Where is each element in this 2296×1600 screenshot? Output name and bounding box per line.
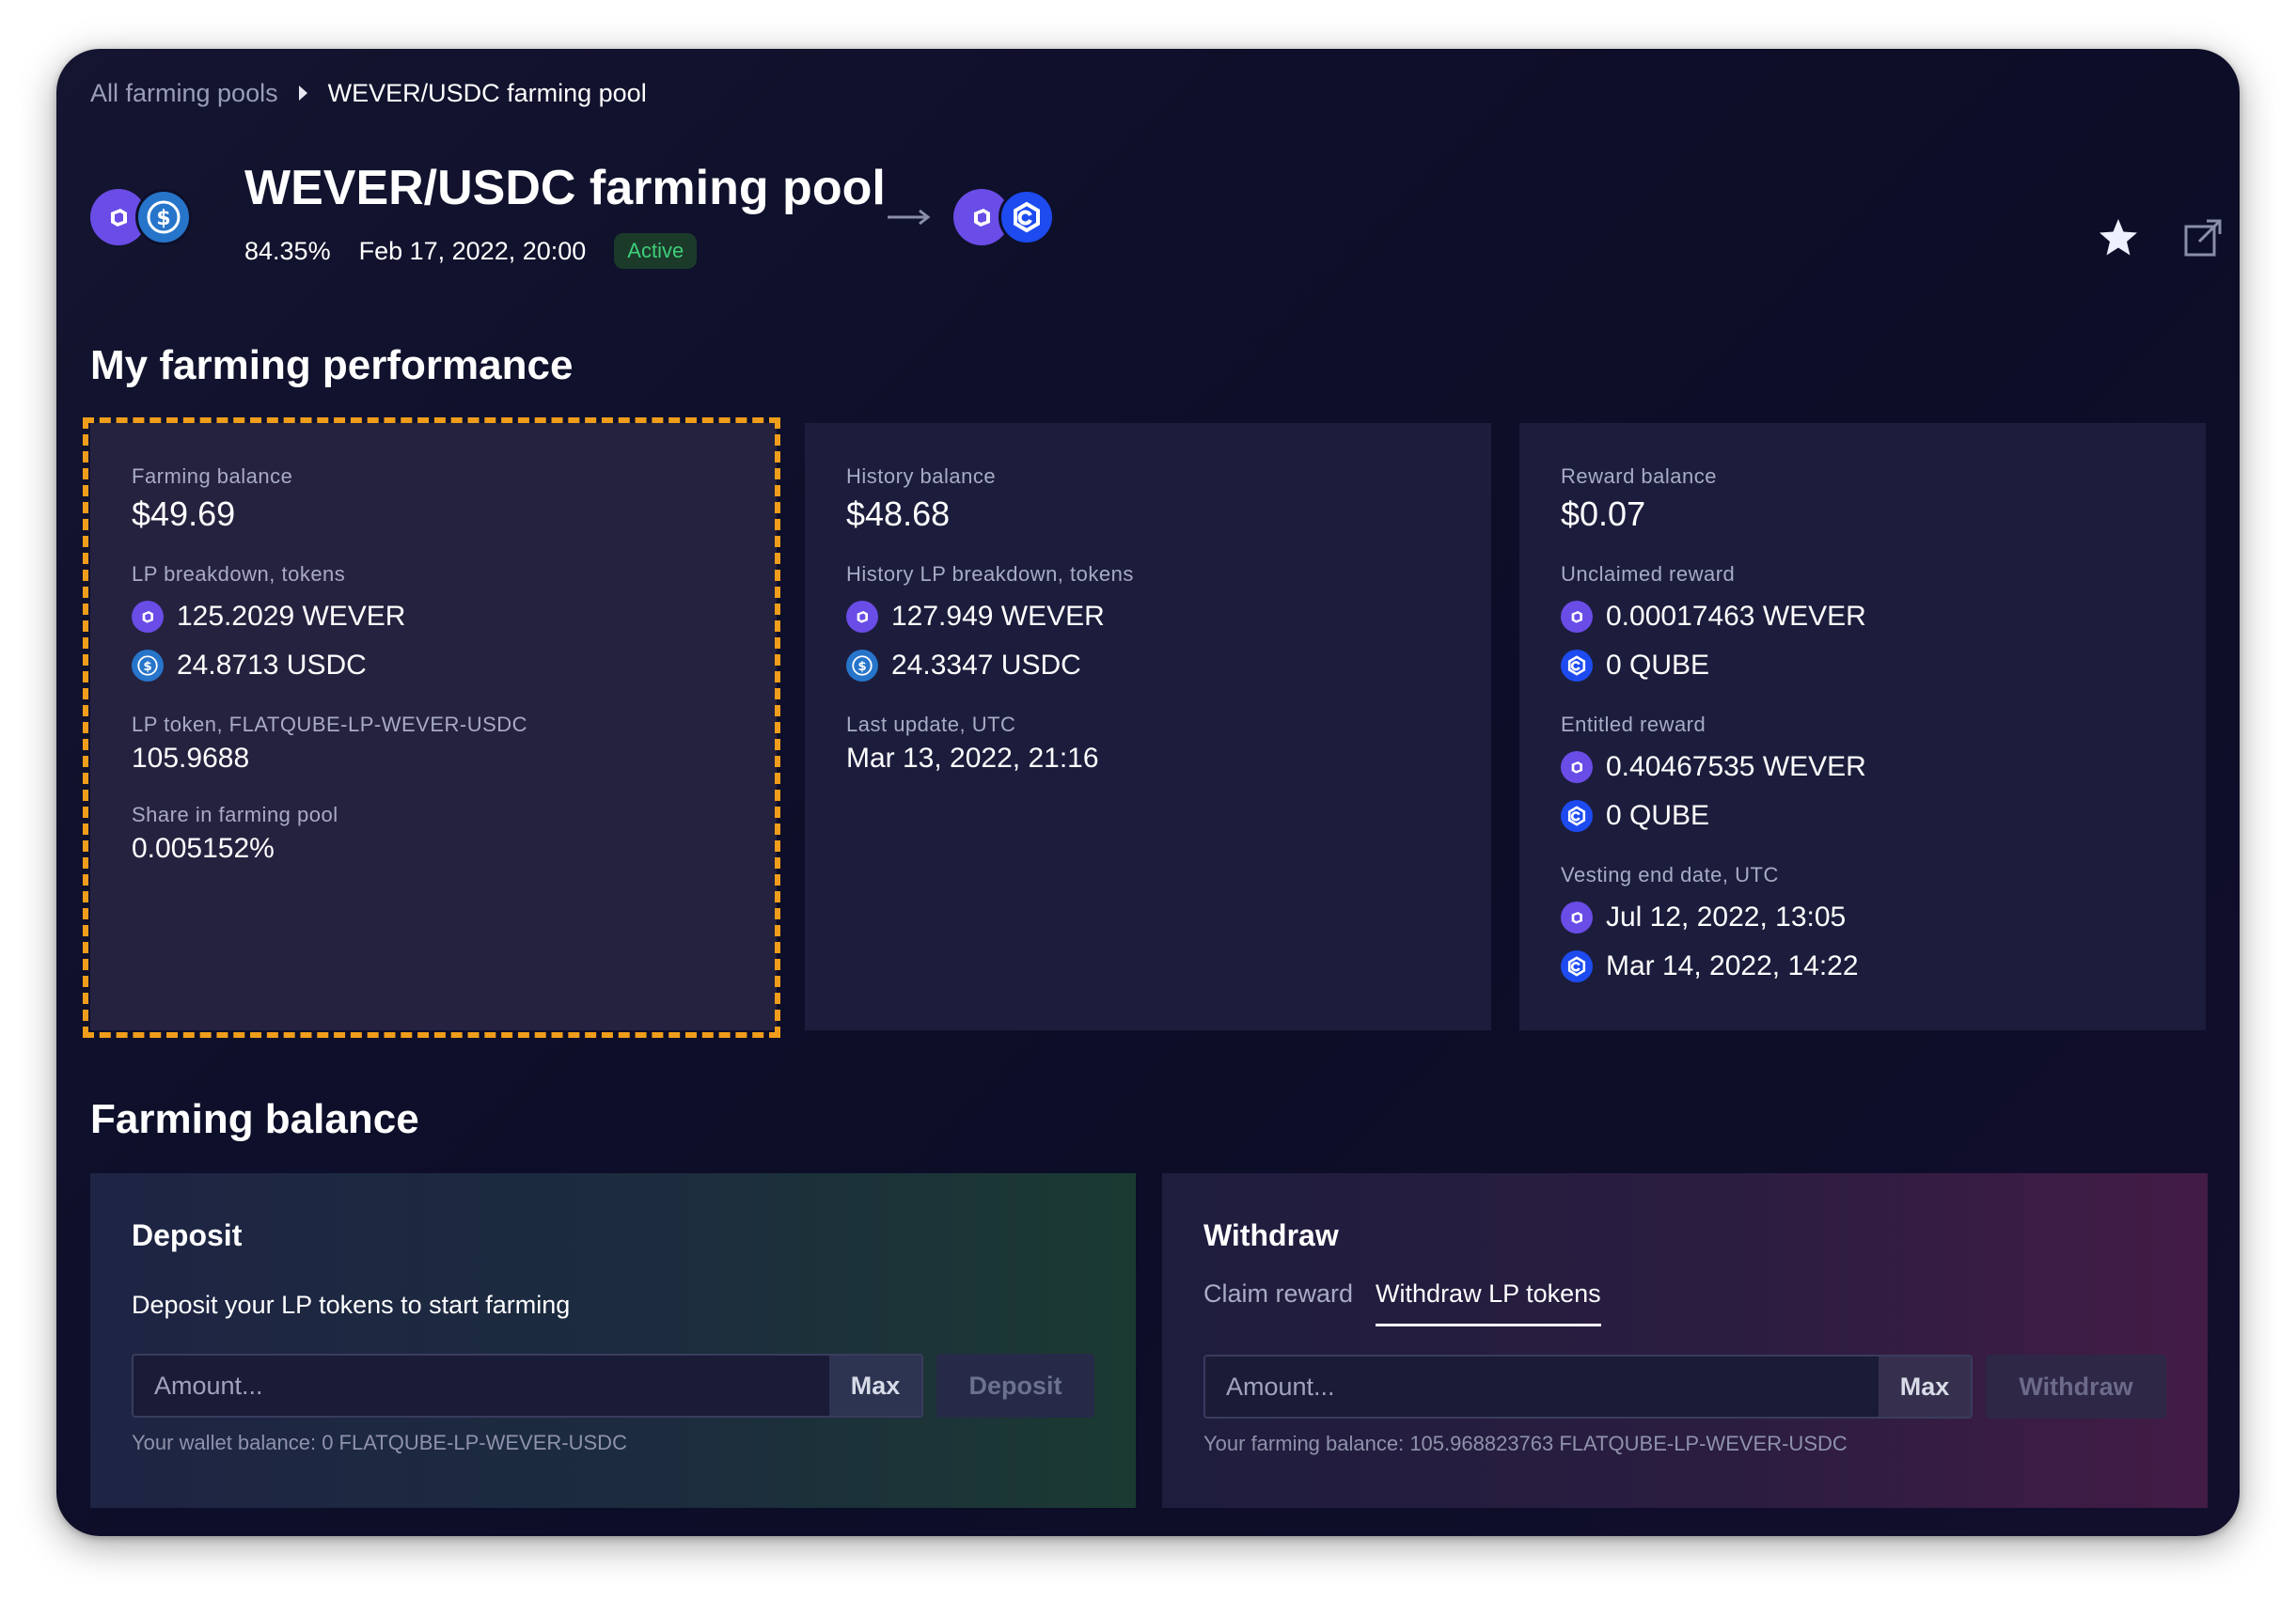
vesting-end-label: Vesting end date, UTC xyxy=(1561,863,1779,886)
history-lp-wever: 127.949 WEVER xyxy=(846,592,1450,641)
withdraw-max-button[interactable]: Max xyxy=(1879,1357,1971,1417)
unclaimed-reward-label: Unclaimed reward xyxy=(1561,562,1736,586)
pool-start-date: Feb 17, 2022, 20:00 xyxy=(358,236,587,265)
lp-usdc-value: 24.8713 USDC xyxy=(177,650,367,681)
deposit-panel: Deposit Deposit your LP tokens to start … xyxy=(90,1173,1136,1508)
qube-token-icon xyxy=(1561,800,1593,832)
entitled-qube: 0 QUBE xyxy=(1561,792,2164,840)
svg-text:$: $ xyxy=(857,660,866,674)
vesting-wever: Jul 12, 2022, 13:05 xyxy=(1561,893,2164,942)
vesting-qube: Mar 14, 2022, 14:22 xyxy=(1561,942,2164,991)
lp-breakdown-wever: 125.2029 WEVER xyxy=(132,592,735,641)
history-lp-wever-value: 127.949 WEVER xyxy=(891,601,1105,632)
reward-balance-card: Reward balance $0.07 Unclaimed reward 0.… xyxy=(1519,423,2206,1030)
history-balance-value: $48.68 xyxy=(846,494,951,533)
pool-meta: 84.35% Feb 17, 2022, 20:00 Active xyxy=(244,233,698,269)
history-lp-label: History LP breakdown, tokens xyxy=(846,562,1134,586)
lp-breakdown-label: LP breakdown, tokens xyxy=(132,562,346,586)
tab-withdraw-lp-tokens[interactable]: Withdraw LP tokens xyxy=(1376,1279,1601,1326)
entitled-wever-value: 0.40467535 WEVER xyxy=(1606,751,1866,782)
withdraw-button[interactable]: Withdraw xyxy=(1986,1355,2166,1419)
last-update-label: Last update, UTC xyxy=(846,713,1016,736)
vesting-wever-value: Jul 12, 2022, 13:05 xyxy=(1606,902,1847,933)
withdraw-form: Max Withdraw xyxy=(1203,1355,2166,1419)
entitled-wever: 0.40467535 WEVER xyxy=(1561,743,2164,792)
deposit-max-button[interactable]: Max xyxy=(829,1356,921,1416)
farming-balance-card: Farming balance $49.69 LP breakdown, tok… xyxy=(90,423,777,1030)
lp-breakdown-usdc: $ 24.8713 USDC xyxy=(132,641,735,690)
deposit-description: Deposit your LP tokens to start farming xyxy=(132,1291,571,1319)
usdc-token-icon: $ xyxy=(132,650,164,682)
deposit-amount-input[interactable] xyxy=(134,1356,829,1416)
history-balance-label: History balance xyxy=(846,464,997,488)
wever-token-icon xyxy=(846,601,878,633)
deposit-input-group: Max xyxy=(132,1354,923,1418)
withdraw-amount-input[interactable] xyxy=(1205,1357,1879,1417)
unclaimed-wever-value: 0.00017463 WEVER xyxy=(1606,601,1866,632)
deposit-form: Max Deposit xyxy=(132,1354,1094,1418)
withdraw-title: Withdraw xyxy=(1203,1218,1339,1252)
unclaimed-wever: 0.00017463 WEVER xyxy=(1561,592,2164,641)
withdraw-panel: Withdraw Claim reward Withdraw LP tokens… xyxy=(1162,1173,2208,1508)
svg-text:$: $ xyxy=(156,207,170,230)
external-link-icon[interactable] xyxy=(2176,211,2230,265)
wallet-balance-hint: Your wallet balance: 0 FLATQUBE-LP-WEVER… xyxy=(132,1431,627,1454)
history-balance-card: History balance $48.68 History LP breakd… xyxy=(805,423,1491,1030)
wever-token-icon xyxy=(1561,601,1593,633)
status-badge: Active xyxy=(614,233,698,269)
pool-header: $ WEVER/USDC farming pool 84.35% Feb 17,… xyxy=(90,49,2222,269)
lp-wever-value: 125.2029 WEVER xyxy=(177,601,406,632)
unclaimed-qube: 0 QUBE xyxy=(1561,641,2164,690)
share-value: 0.005152% xyxy=(132,833,275,864)
withdraw-input-group: Max xyxy=(1203,1355,1973,1419)
usdc-token-icon: $ xyxy=(846,650,878,682)
farming-balance-value: $49.69 xyxy=(132,494,236,533)
share-label: Share in farming pool xyxy=(132,803,338,826)
pair-token-icons: $ xyxy=(90,186,194,248)
performance-section-title: My farming performance xyxy=(90,342,574,388)
favorite-star-icon[interactable] xyxy=(2091,211,2146,265)
qube-token-icon xyxy=(999,189,1055,245)
arrow-right-icon xyxy=(886,203,933,231)
entitled-qube-value: 0 QUBE xyxy=(1606,800,1710,831)
pool-apr: 84.35% xyxy=(244,236,331,265)
reward-token-icons xyxy=(953,186,1057,248)
wever-token-icon xyxy=(1561,902,1593,933)
unclaimed-qube-value: 0 QUBE xyxy=(1606,650,1710,681)
vesting-qube-value: Mar 14, 2022, 14:22 xyxy=(1606,950,1859,981)
last-update-value: Mar 13, 2022, 21:16 xyxy=(846,743,1099,774)
wever-token-icon xyxy=(132,601,164,633)
entitled-reward-label: Entitled reward xyxy=(1561,713,1706,736)
withdraw-tabs: Claim reward Withdraw LP tokens xyxy=(1203,1279,2166,1326)
lp-token-value: 105.9688 xyxy=(132,743,250,774)
svg-text:$: $ xyxy=(143,660,151,674)
qube-token-icon xyxy=(1561,950,1593,982)
deposit-button[interactable]: Deposit xyxy=(936,1354,1094,1418)
farming-balance-section-title: Farming balance xyxy=(90,1096,419,1142)
history-lp-usdc: $ 24.3347 USDC xyxy=(846,641,1450,690)
app-window: All farming pools WEVER/USDC farming poo… xyxy=(56,49,2240,1536)
lp-token-label: LP token, FLATQUBE-LP-WEVER-USDC xyxy=(132,713,528,736)
usdc-token-icon: $ xyxy=(135,189,192,245)
tab-claim-reward[interactable]: Claim reward xyxy=(1203,1279,1353,1326)
qube-token-icon xyxy=(1561,650,1593,682)
farming-balance-label: Farming balance xyxy=(132,464,293,488)
farming-balance-hint: Your farming balance: 105.968823763 FLAT… xyxy=(1203,1432,1848,1455)
history-lp-usdc-value: 24.3347 USDC xyxy=(891,650,1081,681)
deposit-title: Deposit xyxy=(132,1218,243,1252)
page-title: WEVER/USDC farming pool xyxy=(244,161,886,215)
wever-token-icon xyxy=(1561,751,1593,783)
reward-balance-value: $0.07 xyxy=(1561,494,1646,533)
reward-balance-label: Reward balance xyxy=(1561,464,1717,488)
